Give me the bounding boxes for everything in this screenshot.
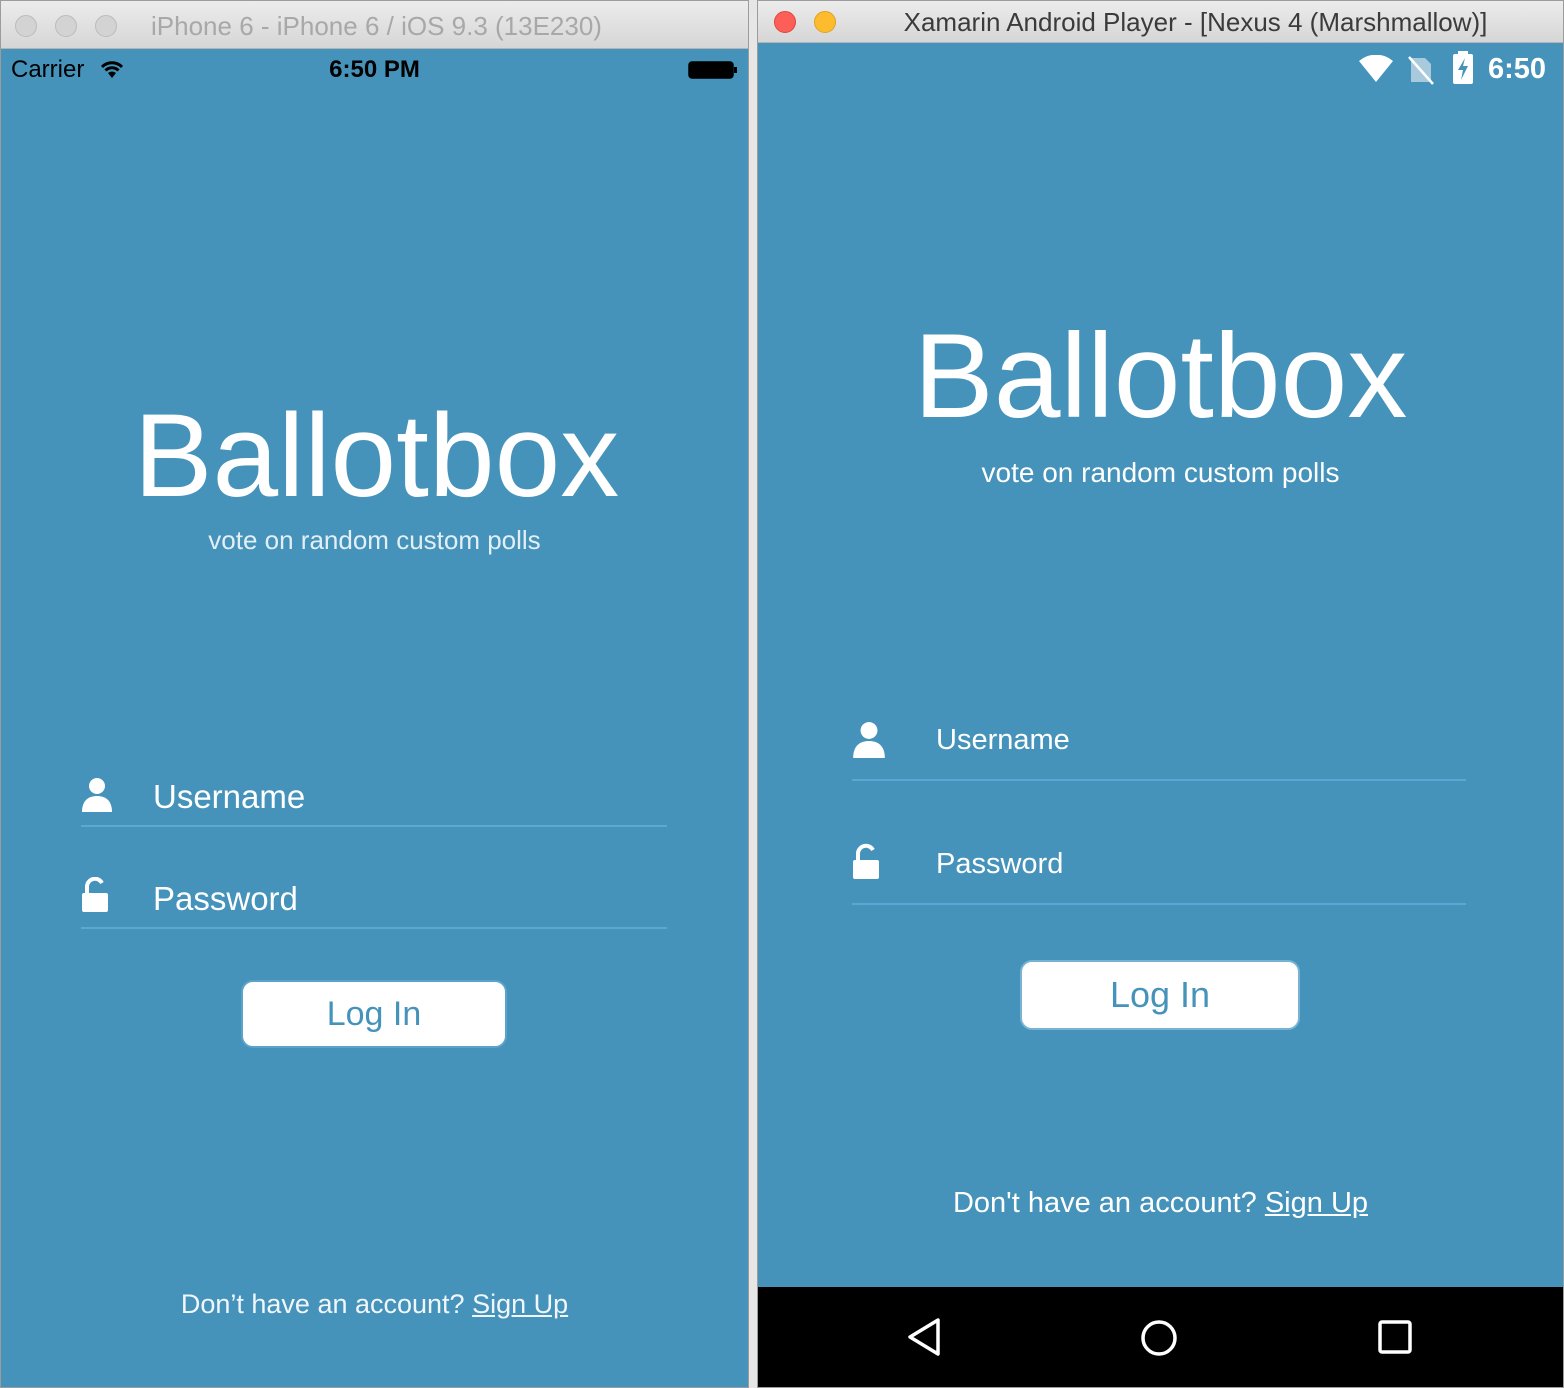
password-field[interactable] <box>934 841 1458 887</box>
username-field[interactable] <box>934 717 1458 763</box>
login-button[interactable]: Log In <box>241 980 507 1048</box>
unlock-icon <box>853 843 879 879</box>
minimize-button[interactable] <box>814 11 836 33</box>
signup-link[interactable]: Sign Up <box>1265 1187 1368 1219</box>
signup-row: Don’t have an account? Sign Up <box>1 1289 748 1320</box>
charging-battery-icon <box>1453 51 1473 84</box>
close-button[interactable] <box>15 15 37 37</box>
app-tagline: vote on random custom polls <box>208 525 541 555</box>
battery-icon <box>688 61 737 79</box>
zoom-button[interactable] <box>95 15 117 37</box>
android-screen: 6:50 Ballotbox vote on random custom pol… <box>758 43 1563 1287</box>
status-time: 6:50 PM <box>329 56 420 83</box>
ios-simulator-window: iPhone 6 - iPhone 6 / iOS 9.3 (13E230) C… <box>0 0 749 1388</box>
password-underline <box>81 927 667 929</box>
user-icon <box>853 722 885 758</box>
signup-link[interactable]: Sign Up <box>472 1289 568 1319</box>
status-time: 6:50 <box>1488 53 1547 85</box>
signup-prompt: Don't have an account? <box>952 1187 1257 1219</box>
window-title: Xamarin Android Player - [Nexus 4 (Marsh… <box>903 7 1488 37</box>
app-logo-title: Ballotbox <box>133 390 620 522</box>
minimize-button[interactable] <box>55 15 77 37</box>
recents-icon[interactable] <box>1378 1320 1412 1354</box>
ios-title-bar[interactable]: iPhone 6 - iPhone 6 / iOS 9.3 (13E230) <box>1 1 748 49</box>
android-player-window: Xamarin Android Player - [Nexus 4 (Marsh… <box>757 0 1564 1388</box>
login-button-label: Log In <box>1109 974 1211 1015</box>
signup-prompt: Don’t have an account? <box>180 1289 465 1319</box>
android-navigation-bar <box>758 1287 1563 1387</box>
username-field[interactable] <box>151 773 655 821</box>
wifi-icon <box>1359 55 1393 82</box>
app-logo-title: Ballotbox <box>913 309 1408 443</box>
no-sim-icon <box>1408 56 1434 85</box>
window-title: iPhone 6 - iPhone 6 / iOS 9.3 (13E230) <box>151 11 602 41</box>
app-tagline: vote on random custom polls <box>981 457 1340 488</box>
password-field[interactable] <box>151 875 655 923</box>
close-button[interactable] <box>774 11 796 33</box>
login-button-label: Log In <box>326 994 422 1033</box>
username-underline <box>852 779 1466 781</box>
unlock-icon <box>82 877 108 912</box>
user-icon <box>82 778 112 812</box>
login-button[interactable]: Log In <box>1020 960 1300 1030</box>
android-title-bar[interactable]: Xamarin Android Player - [Nexus 4 (Marsh… <box>758 1 1563 43</box>
signup-row: Don't have an account? Sign Up <box>758 1187 1563 1220</box>
home-icon[interactable] <box>1140 1319 1178 1357</box>
username-underline <box>81 825 667 827</box>
ios-screen: Carrier 6:50 PM Ballotbox vote on random… <box>1 49 748 1387</box>
back-icon[interactable] <box>906 1317 942 1357</box>
password-underline <box>852 903 1466 905</box>
